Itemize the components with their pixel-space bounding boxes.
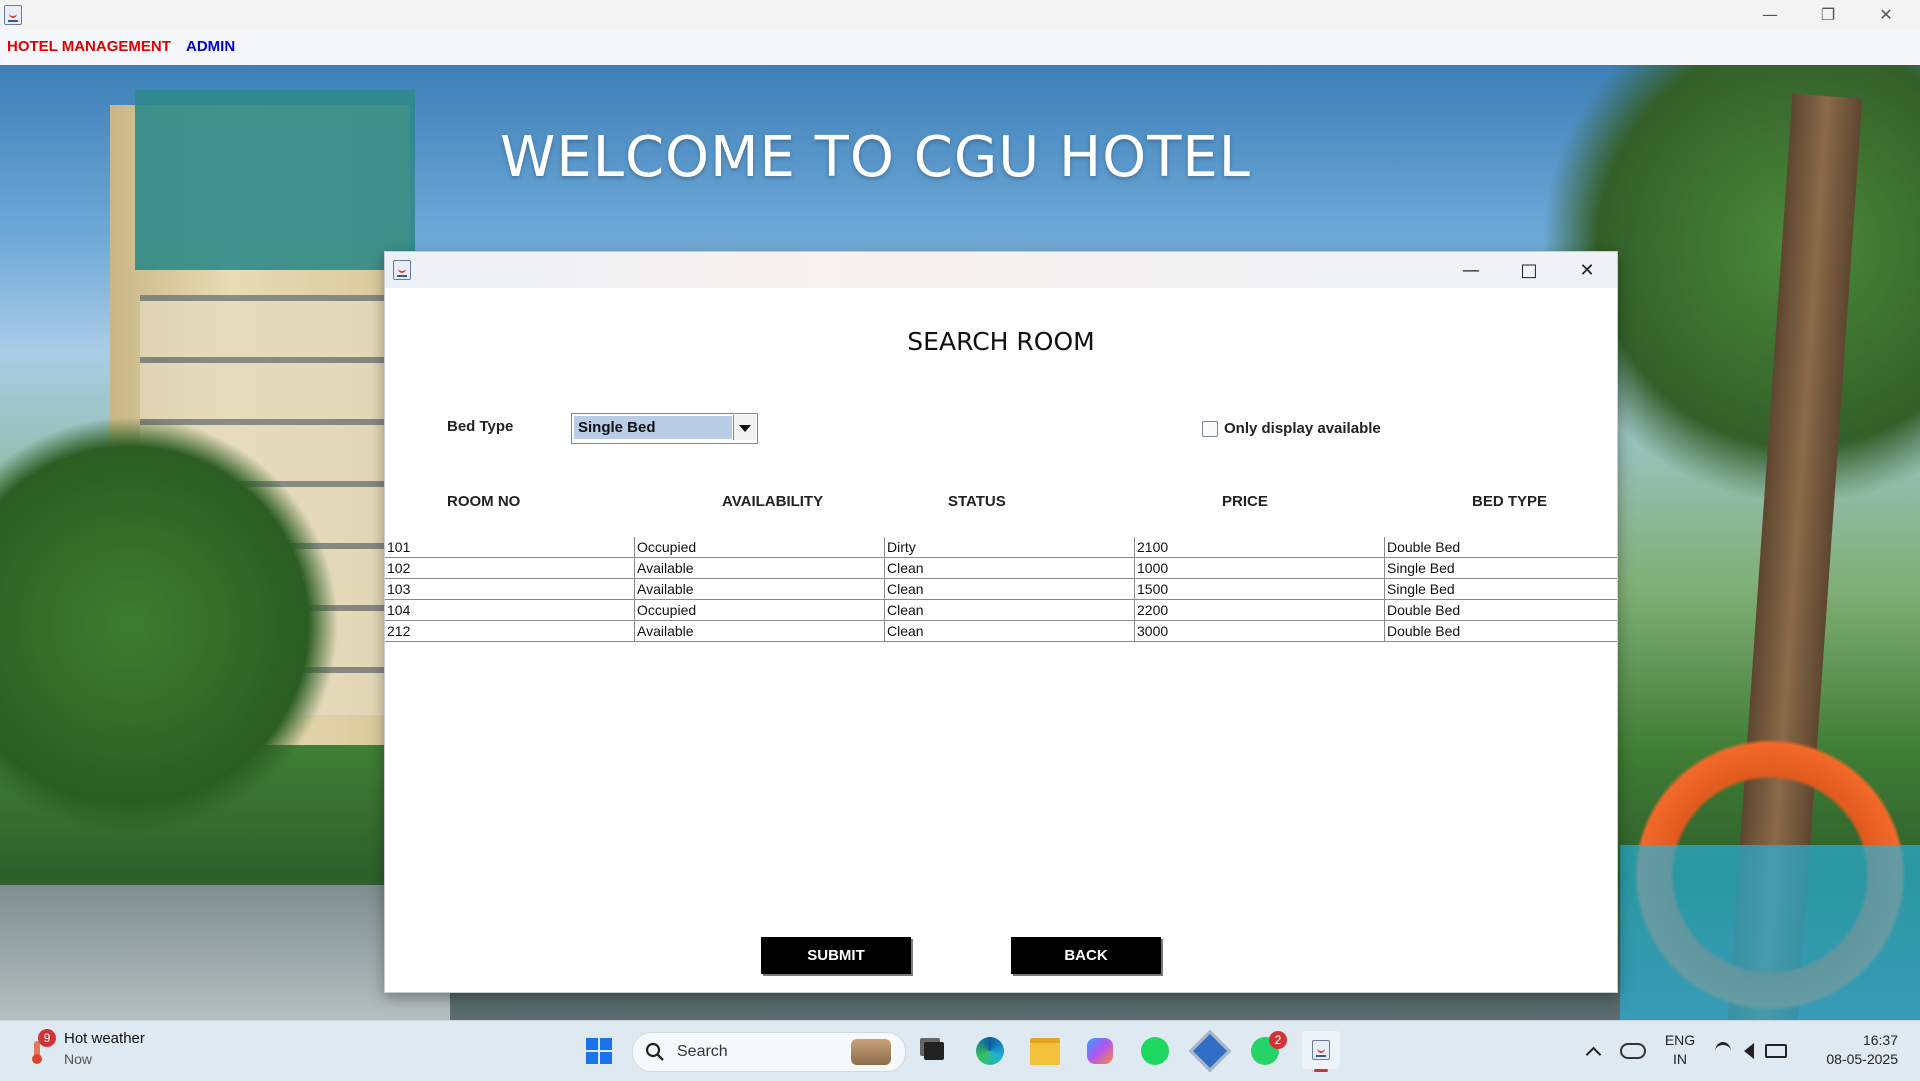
dialog-title: SEARCH ROOM: [907, 327, 1095, 356]
whatsapp-badge: 2: [1269, 1031, 1287, 1049]
cell-status: Dirty: [884, 537, 1134, 557]
minimize-icon[interactable]: —: [1741, 0, 1799, 29]
menubar: HOTEL MANAGEMENT ADMIN: [0, 29, 1920, 66]
cell-bed-type: Single Bed: [1384, 558, 1617, 578]
cell-room-no: 102: [387, 560, 411, 576]
cell-bed-type: Double Bed: [1384, 600, 1617, 620]
cell-price: 3000: [1134, 621, 1384, 641]
dialog-close-icon[interactable]: ✕: [1559, 252, 1615, 288]
task-view-icon[interactable]: [918, 1035, 950, 1067]
windows-start-icon[interactable]: [583, 1035, 615, 1067]
cell-room-no: 104: [387, 602, 411, 618]
table-row[interactable]: 103 Available Clean 1500 Single Bed: [385, 579, 1617, 600]
java-taskbar-icon[interactable]: [1302, 1031, 1340, 1072]
cell-status: Clean: [884, 579, 1134, 599]
bed-type-label: Bed Type: [447, 418, 514, 435]
cell-price: 1000: [1134, 558, 1384, 578]
cell-availability: Occupied: [634, 537, 884, 557]
pool: [1620, 845, 1920, 1020]
edge-browser-icon[interactable]: [974, 1035, 1006, 1067]
cell-room-no: 103: [387, 581, 411, 597]
whatsapp-icon[interactable]: 2: [1249, 1031, 1287, 1067]
cell-availability: Available: [634, 579, 884, 599]
table-row[interactable]: 212 Available Clean 3000 Double Bed: [385, 621, 1617, 642]
weather-widget[interactable]: 9: [26, 1029, 56, 1064]
wifi-icon[interactable]: [1712, 1035, 1734, 1067]
onedrive-cloud-icon[interactable]: [1617, 1035, 1649, 1067]
cell-price: 2200: [1134, 600, 1384, 620]
file-explorer-icon[interactable]: [1029, 1035, 1061, 1067]
back-button[interactable]: BACK: [1011, 937, 1161, 974]
search-icon: [645, 1042, 664, 1061]
bed-type-selected-value: Single Bed: [574, 416, 732, 439]
battery-icon[interactable]: [1764, 1035, 1788, 1067]
dialog-titlebar: — □ ✕: [385, 252, 1617, 288]
clock-date[interactable]: 08-05-2025: [1808, 1051, 1898, 1067]
only-available-label: Only display available: [1224, 420, 1381, 437]
rooms-table: 101 Occupied Dirty 2100 Double Bed 102 A…: [385, 537, 1617, 642]
column-header-availability: AVAILABILITY: [722, 493, 824, 510]
chevron-down-icon[interactable]: [733, 415, 756, 440]
weather-badge: 9: [38, 1029, 56, 1047]
column-header-status: STATUS: [948, 493, 1006, 510]
cell-availability: Available: [634, 558, 884, 578]
java-app-icon: [393, 260, 411, 280]
weather-subtitle: Now: [64, 1051, 93, 1067]
cell-status: Clean: [884, 558, 1134, 578]
cell-bed-type: Double Bed: [1384, 621, 1617, 641]
cell-room-no: 212: [387, 623, 411, 639]
chevron-up-icon[interactable]: [1577, 1035, 1609, 1067]
column-header-room-no: ROOM NO: [447, 493, 521, 510]
app-titlebar: — ❐ ✕: [0, 0, 1920, 29]
only-available-checkbox[interactable]: [1202, 421, 1218, 437]
taskbar-search[interactable]: Search: [632, 1032, 906, 1072]
table-row[interactable]: 101 Occupied Dirty 2100 Double Bed: [385, 537, 1617, 558]
menu-hotel-management[interactable]: HOTEL MANAGEMENT: [7, 38, 171, 55]
dialog-minimize-icon[interactable]: —: [1443, 252, 1499, 288]
taskbar: 9 Hot weather Now Search 2 ENG IN 16:37 …: [0, 1020, 1920, 1081]
column-header-bed-type: BED TYPE: [1472, 493, 1548, 510]
cell-room-no: 101: [387, 539, 411, 555]
cell-price: 2100: [1134, 537, 1384, 557]
virtualbox-icon[interactable]: [1188, 1029, 1232, 1073]
restore-icon[interactable]: ❐: [1799, 0, 1857, 29]
spotify-icon[interactable]: [1139, 1035, 1171, 1067]
welcome-heading: WELCOME TO CGU HOTEL: [500, 125, 1251, 190]
search-placeholder: Search: [677, 1043, 728, 1060]
table-row[interactable]: 104 Occupied Clean 2200 Double Bed: [385, 600, 1617, 621]
cell-availability: Available: [634, 621, 884, 641]
bed-type-dropdown[interactable]: Single Bed: [571, 413, 758, 444]
table-row[interactable]: 102 Available Clean 1000 Single Bed: [385, 558, 1617, 579]
dialog-maximize-icon[interactable]: □: [1501, 252, 1557, 288]
search-room-dialog: — □ ✕ SEARCH ROOM Bed Type Single Bed On…: [384, 251, 1618, 993]
close-icon[interactable]: ✕: [1857, 0, 1915, 29]
weather-title: Hot weather: [64, 1030, 145, 1047]
language-line1[interactable]: ENG: [1664, 1032, 1696, 1048]
column-header-price: PRICE: [1222, 493, 1268, 510]
search-highlight-image: [851, 1039, 891, 1065]
building-top-shape: [135, 90, 415, 270]
cell-status: Clean: [884, 600, 1134, 620]
deck: [0, 885, 450, 1020]
volume-icon[interactable]: [1738, 1035, 1760, 1067]
cell-price: 1500: [1134, 579, 1384, 599]
cell-bed-type: Double Bed: [1384, 537, 1617, 557]
cell-bed-type: Single Bed: [1384, 579, 1617, 599]
clock-time[interactable]: 16:37: [1808, 1032, 1898, 1048]
cell-status: Clean: [884, 621, 1134, 641]
copilot-icon[interactable]: [1084, 1035, 1116, 1067]
java-app-icon: [4, 5, 22, 25]
cell-availability: Occupied: [634, 600, 884, 620]
language-line2[interactable]: IN: [1664, 1051, 1696, 1067]
submit-button[interactable]: SUBMIT: [761, 937, 911, 974]
menu-admin[interactable]: ADMIN: [186, 38, 235, 55]
